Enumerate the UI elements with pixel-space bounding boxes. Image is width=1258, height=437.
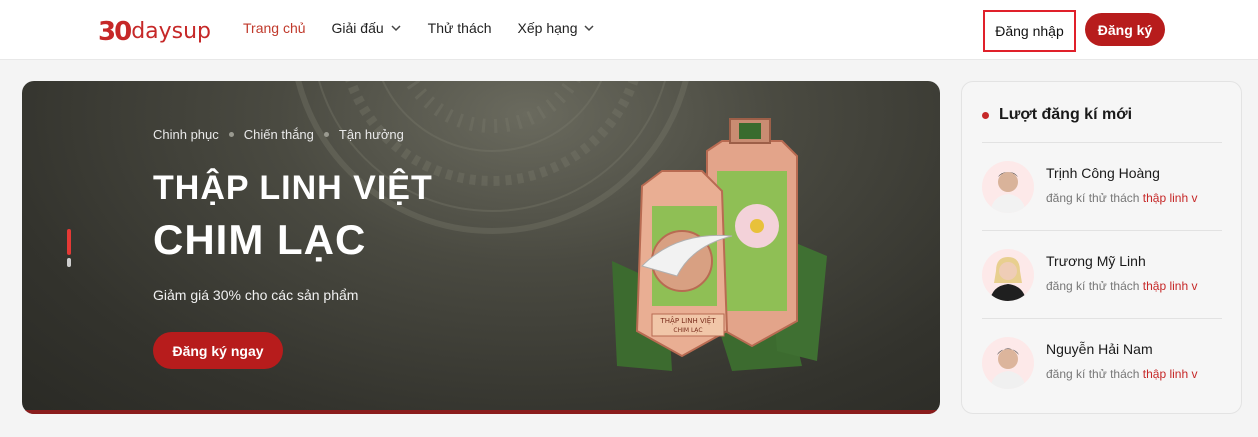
site-logo[interactable]: 30 daysup <box>98 14 211 46</box>
avatar <box>982 337 1034 389</box>
hero-banner[interactable]: Chinh phục Chiến thắng Tận hưởng THẬP LI… <box>22 81 940 414</box>
nav-item-home[interactable]: Trang chủ <box>243 20 306 36</box>
tag-separator <box>323 132 329 137</box>
banner-description: Giảm giá 30% cho các sản phẩm <box>153 287 359 303</box>
new-registrations-panel: Lượt đăng kí mới Trịnh Công Hoàng đăng k… <box>961 81 1242 414</box>
medal-text-line2: CHIM LẠC <box>673 327 702 334</box>
registration-detail: đăng kí thử thách thập linh v <box>1046 367 1221 381</box>
bullet-dot-icon <box>982 111 989 119</box>
registration-action: đăng kí thử thách <box>1046 367 1140 381</box>
banner-title-line2: CHIM LẠC <box>153 216 367 263</box>
divider <box>982 230 1222 231</box>
registration-action: đăng kí thử thách <box>1046 191 1140 205</box>
banner-tag: Chiến thắng <box>243 127 314 142</box>
nav-item-tournaments[interactable]: Giải đấu <box>332 20 402 36</box>
signup-button[interactable]: Đăng ký <box>1085 13 1165 46</box>
nav-item-challenges-label: Thử thách <box>427 20 492 36</box>
top-header: 30 daysup Trang chủ Giải đấu Thử thách X… <box>0 0 1258 60</box>
slide-indicator[interactable] <box>67 229 72 267</box>
avatar <box>982 249 1034 301</box>
panel-title: Lượt đăng kí mới <box>982 106 1132 124</box>
slide-indicator-inactive <box>67 258 71 267</box>
nav-item-home-label: Trang chủ <box>243 20 306 36</box>
main-nav: Trang chủ Giải đấu Thử thách Xếp hạng <box>243 20 621 36</box>
registration-item[interactable]: Nguyễn Hải Nam đăng kí thử thách thập li… <box>982 335 1227 395</box>
panel-title-text: Lượt đăng kí mới <box>999 106 1133 123</box>
login-button[interactable]: Đăng nhập <box>983 10 1076 52</box>
divider <box>982 318 1222 319</box>
banner-tag: Chinh phục <box>153 127 219 142</box>
chevron-down-icon <box>584 25 595 32</box>
banner-tag: Tận hưởng <box>338 127 404 142</box>
chevron-down-icon <box>391 25 401 32</box>
registration-detail: đăng kí thử thách thập linh v <box>1046 279 1221 293</box>
registrant-name: Trương Mỹ Linh <box>1046 253 1146 269</box>
banner-bottom-border <box>22 410 940 414</box>
banner-title-line1: THẬP LINH VIỆT <box>153 169 433 207</box>
registration-detail: đăng kí thử thách thập linh v <box>1046 191 1221 205</box>
registrant-name: Trịnh Công Hoàng <box>1046 165 1160 181</box>
registration-target[interactable]: thập linh v <box>1143 367 1198 381</box>
nav-item-challenges[interactable]: Thử thách <box>428 20 492 36</box>
registrant-name: Nguyễn Hải Nam <box>1046 341 1153 357</box>
registration-target[interactable]: thập linh v <box>1143 279 1198 293</box>
logo-text: daysup <box>131 19 212 44</box>
logo-number: 30 <box>98 17 132 47</box>
medal-text-line1: THẬP LINH VIỆT <box>659 316 716 325</box>
banner-tags: Chinh phục Chiến thắng Tận hưởng <box>153 127 404 142</box>
medal-image: THẬP LINH VIỆT CHIM LẠC <box>612 118 827 371</box>
registration-target[interactable]: thập linh v <box>1143 191 1198 205</box>
divider <box>982 142 1222 143</box>
nav-item-tournaments-label: Giải đấu <box>331 20 384 36</box>
tag-separator <box>228 132 234 137</box>
nav-item-ranking[interactable]: Xếp hạng <box>518 20 596 36</box>
nav-item-ranking-label: Xếp hạng <box>517 20 578 36</box>
registration-item[interactable]: Trịnh Công Hoàng đăng kí thử thách thập … <box>982 159 1227 219</box>
register-now-button[interactable]: Đăng ký ngay <box>153 332 283 369</box>
avatar <box>982 161 1034 213</box>
registration-item[interactable]: Trương Mỹ Linh đăng kí thử thách thập li… <box>982 247 1227 307</box>
registration-action: đăng kí thử thách <box>1046 279 1140 293</box>
slide-indicator-active <box>67 229 71 255</box>
